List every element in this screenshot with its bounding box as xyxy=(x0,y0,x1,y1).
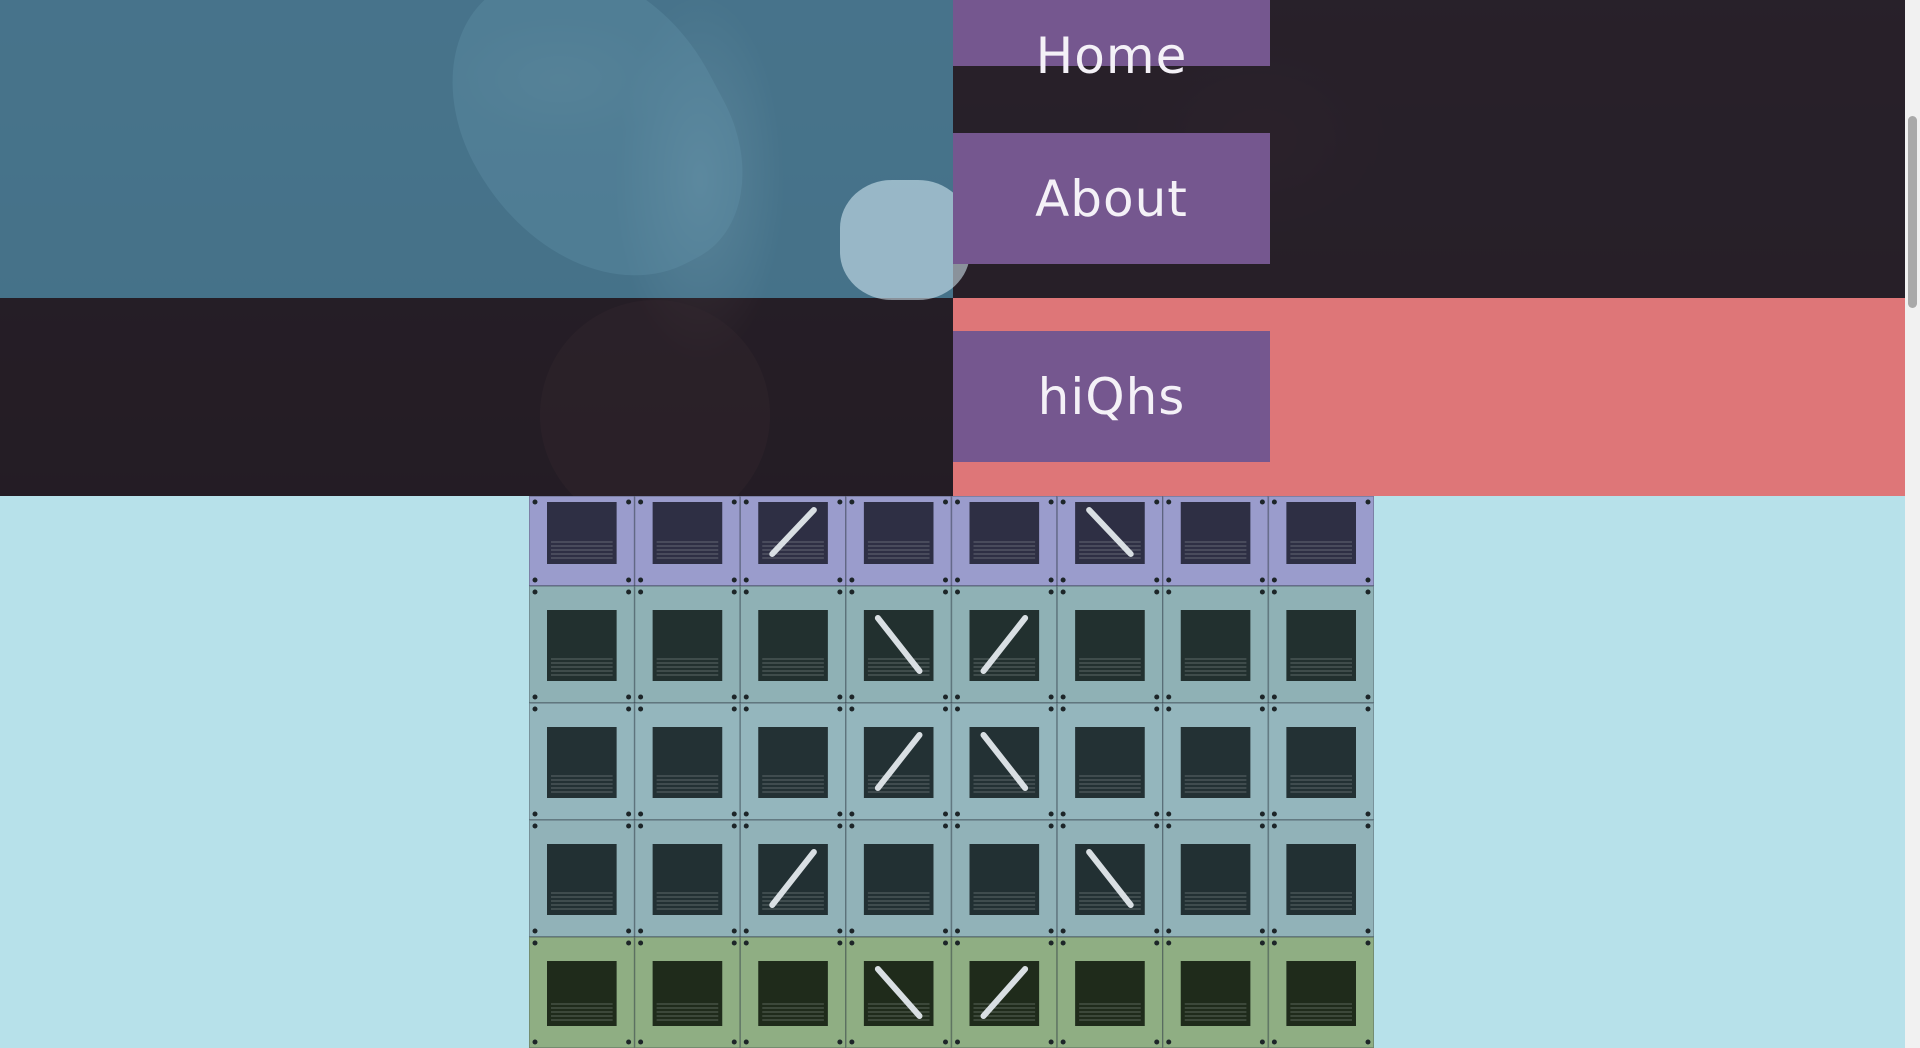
facade-cell xyxy=(633,936,741,1048)
facade-cell xyxy=(950,496,1058,587)
facade-cell xyxy=(950,819,1058,938)
hero-photo-highlight xyxy=(840,180,970,300)
facade-cell xyxy=(845,585,953,704)
facade-cell xyxy=(950,936,1058,1048)
facade-cell xyxy=(529,496,636,587)
facade-cell xyxy=(1162,585,1270,704)
scrollbar-thumb[interactable] xyxy=(1908,116,1917,308)
nav-about-button[interactable]: About xyxy=(953,133,1270,264)
facade-cell xyxy=(1267,585,1374,704)
facade-cell xyxy=(1162,819,1270,938)
vertical-scrollbar[interactable] xyxy=(1905,0,1920,1048)
facade-cell xyxy=(950,585,1058,704)
facade-cell xyxy=(739,819,847,938)
facade-cell xyxy=(529,585,636,704)
facade-cell xyxy=(1267,702,1374,821)
facade-cell xyxy=(739,496,847,587)
facade-cell xyxy=(1056,585,1164,704)
facade-cell xyxy=(845,496,953,587)
facade-cell xyxy=(739,936,847,1048)
nav-about-label: About xyxy=(1035,169,1188,228)
facade-cell xyxy=(739,702,847,821)
facade-cell xyxy=(1056,819,1164,938)
facade-cell xyxy=(1056,936,1164,1048)
nav-highs-label: hiQhs xyxy=(1037,367,1186,426)
facade-cell xyxy=(1267,496,1374,587)
nav-home-button[interactable]: Home xyxy=(953,0,1270,85)
facade-cell xyxy=(1162,702,1270,821)
facade-cell xyxy=(529,702,636,821)
facade-cell xyxy=(1267,819,1374,938)
facade-cell xyxy=(739,585,847,704)
hero-tint-dark-left xyxy=(0,298,953,496)
facade-cell xyxy=(1267,936,1374,1048)
nav-highs-button[interactable]: hiQhs xyxy=(953,331,1270,462)
facade-cell xyxy=(529,819,636,938)
facade-cell xyxy=(845,819,953,938)
facade-cell xyxy=(1056,702,1164,821)
facade-cell xyxy=(529,936,636,1048)
facade-cell xyxy=(633,496,741,587)
facade-cell xyxy=(845,936,953,1048)
page-viewport: Home About hiQhs xyxy=(0,0,1905,1048)
facade-cell xyxy=(845,702,953,821)
facade-cell xyxy=(633,585,741,704)
facade-cell xyxy=(633,702,741,821)
facade-cell xyxy=(950,702,1058,821)
building-facade-grid-photo xyxy=(529,496,1374,1048)
facade-cell xyxy=(1162,496,1270,587)
hero-section: Home About hiQhs xyxy=(0,0,1905,496)
nav-home-label: Home xyxy=(1035,26,1188,85)
facade-cell xyxy=(1162,936,1270,1048)
facade-cell xyxy=(633,819,741,938)
hero-tint-blue xyxy=(0,0,953,298)
facade-cell xyxy=(1056,496,1164,587)
